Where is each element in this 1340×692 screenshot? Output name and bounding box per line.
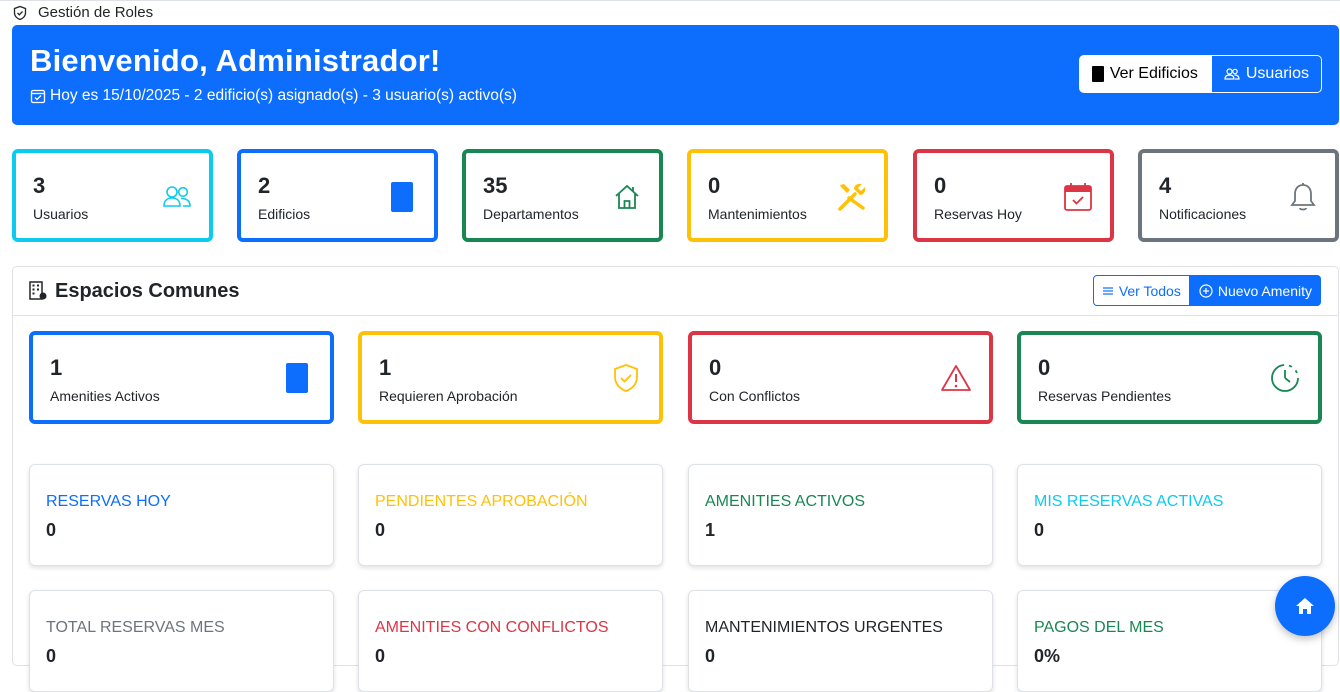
metric-value: 0 [375,520,386,540]
stat-label: Mantenimientos [708,206,807,222]
house-icon [1296,598,1314,614]
view-all-button[interactable]: Ver Todos [1092,275,1190,306]
stat-value: 4 [1159,173,1172,198]
view-all-label: Ver Todos [1118,282,1181,299]
metric-title: Amenities con Conflictos [375,619,609,636]
amenity-stat-conflicts[interactable]: 0 Con Conflictos [688,331,993,424]
amenity-stat-approval[interactable]: 1 Requieren Aprobación [358,331,663,424]
shield-icon [13,5,27,20]
home-fab-button[interactable] [1275,576,1335,636]
stat-card-maintenance[interactable]: 0 Mantenimientos [687,149,888,242]
stat-label: Reservas Hoy [934,206,1022,222]
new-amenity-button[interactable]: Nuevo Amenity [1189,275,1321,306]
welcome-subtitle-text: Hoy es 15/10/2025 - 2 edificio(s) asigna… [50,87,517,104]
metric-value: 1 [705,520,716,540]
metric-title: Pagos del Mes [1034,619,1164,636]
people-icon [1224,68,1240,80]
metric-value: 0 [1034,520,1045,540]
welcome-subtitle: Hoy es 15/10/2025 - 2 edificio(s) asigna… [30,87,517,105]
building-icon [386,181,418,213]
metric-card-my-active-reservations[interactable]: Mis Reservas Activas 0 [1017,464,1322,566]
stat-value: 1 [379,355,392,380]
users-button[interactable]: Usuarios [1210,55,1322,93]
role-management-title: Gestión de Roles [38,4,154,21]
welcome-title: Bienvenido, Administrador! [30,43,441,78]
welcome-banner: Bienvenido, Administrador! Hoy es 15/10/… [12,25,1339,125]
view-buildings-button[interactable]: Ver Edificios [1078,55,1211,93]
metric-card-reservations-today[interactable]: Reservas Hoy 0 [29,464,334,566]
shield-check-icon [609,361,643,395]
stat-value: 0 [934,173,947,198]
stat-label: Departamentos [483,206,579,222]
amenity-stat-pending[interactable]: 0 Reservas Pendientes [1017,331,1322,424]
building-icon [280,361,314,395]
warning-icon [939,361,973,395]
users-label: Usuarios [1245,65,1309,82]
calendar-check-icon [1062,181,1094,213]
stat-value: 35 [483,173,508,198]
metric-title: Total Reservas Mes [46,619,225,636]
metric-title: Mis Reservas Activas [1034,493,1224,510]
panel-header: Espacios Comunes Ver Todos Nuevo Amenity [13,267,1338,316]
building-icon [1091,66,1104,82]
view-buildings-label: Ver Edificios [1109,65,1198,82]
bell-icon [1287,181,1319,213]
stat-label: Notificaciones [1159,206,1247,222]
stat-value: 2 [258,173,271,198]
stat-value: 0 [708,173,721,198]
stat-card-notifications[interactable]: 4 Notificaciones [1138,149,1339,242]
role-management-bar: Gestión de Roles [0,0,1340,24]
stat-label: Con Conflictos [709,388,801,404]
metric-title: Pendientes Aprobación [375,493,588,510]
stat-label: Usuarios [33,206,89,222]
metric-value: 0 [705,646,716,666]
stat-label: Amenities Activos [50,388,160,404]
stat-card-departments[interactable]: 35 Departamentos [462,149,663,242]
calendar-check-icon [30,89,46,104]
new-amenity-label: Nuevo Amenity [1217,282,1312,299]
stat-card-users[interactable]: 3 Usuarios [12,149,213,242]
metric-title: Mantenimientos Urgentes [705,619,943,636]
amenity-stat-active[interactable]: 1 Amenities Activos [29,331,334,424]
metric-card-amenities-conflicts[interactable]: Amenities con Conflictos 0 [358,590,663,692]
stat-card-buildings[interactable]: 2 Edificios [237,149,438,242]
stat-label: Reservas Pendientes [1038,388,1172,404]
metric-title: Amenities Activos [705,493,866,510]
building-gear-icon [29,281,47,300]
panel-title: Espacios Comunes [55,279,240,302]
metric-card-pending-approval[interactable]: Pendientes Aprobación 0 [358,464,663,566]
people-icon [161,181,193,213]
metric-value: 0% [1034,646,1061,666]
metric-card-urgent-maintenance[interactable]: Mantenimientos Urgentes 0 [688,590,993,692]
stat-value: 0 [709,355,722,380]
stat-label: Edificios [258,206,311,222]
metric-card-total-reservations-month[interactable]: Total Reservas Mes 0 [29,590,334,692]
stat-value: 3 [33,173,46,198]
stat-label: Requieren Aprobación [379,388,518,404]
stat-value: 0 [1038,355,1051,380]
metric-value: 0 [46,646,57,666]
stat-value: 1 [50,355,63,380]
clock-icon [1268,361,1302,395]
stat-card-reservations-today[interactable]: 0 Reservas Hoy [913,149,1114,242]
metric-title: Reservas Hoy [46,493,171,510]
tools-icon [836,181,868,213]
metric-card-active-amenities[interactable]: Amenities Activos 1 [688,464,993,566]
list-icon [1102,286,1113,295]
metric-value: 0 [46,520,57,540]
metric-value: 0 [375,646,386,666]
house-icon [611,181,643,213]
plus-circle-icon [1199,283,1213,298]
